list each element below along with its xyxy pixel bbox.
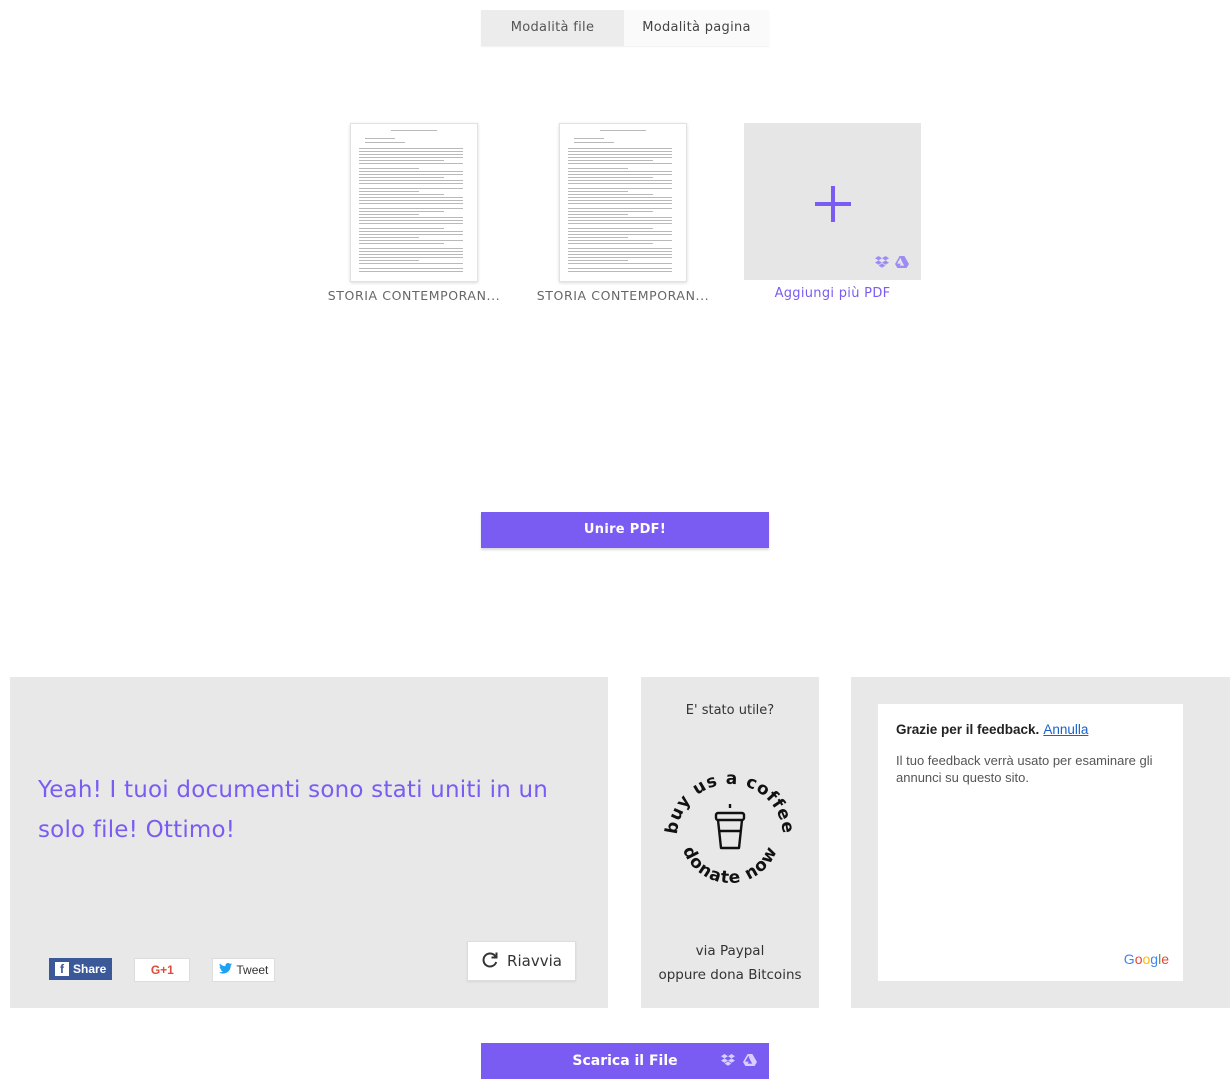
tab-file-mode[interactable]: Modalità file [481, 10, 624, 46]
add-more-label[interactable]: Aggiungi più PDF [744, 286, 921, 301]
donate-panel: E' stato utile? buy us a coffee donate n… [641, 677, 819, 1008]
google-drive-icon[interactable] [895, 256, 909, 268]
file-card[interactable]: STORIA CONTEMPORAN... [319, 123, 509, 303]
twitter-icon [219, 959, 233, 981]
google-plus-button[interactable]: G+1 [134, 958, 191, 982]
facebook-icon: f [55, 962, 69, 976]
ad-feedback-title: Grazie per il feedback. Annulla [896, 722, 1089, 737]
paypal-link[interactable]: via Paypal [641, 939, 819, 963]
buy-coffee-badge[interactable]: buy us a coffee donate now [655, 755, 805, 905]
svg-text:buy us a coffee: buy us a coffee [662, 769, 798, 836]
tweet-button[interactable]: Tweet [212, 958, 276, 982]
tab-page-mode[interactable]: Modalità pagina [624, 10, 769, 46]
ad-feedback-card: Grazie per il feedback. Annulla Il tuo fe… [878, 704, 1183, 981]
social-buttons: f Share G+1 Tweet [49, 958, 276, 982]
bitcoin-link[interactable]: oppure dona Bitcoins [641, 963, 819, 987]
pdf-thumbnail[interactable] [350, 123, 478, 282]
merge-pdf-button[interactable]: Unire PDF! [481, 512, 769, 548]
pdf-thumbnail[interactable] [559, 123, 687, 282]
ad-panel: Grazie per il feedback. Annulla Il tuo fe… [851, 677, 1230, 1008]
file-name: STORIA CONTEMPORAN... [536, 288, 710, 303]
badge-top-text: buy us a coffee [662, 769, 797, 836]
coffee-cup-icon [714, 804, 746, 850]
donate-question: E' stato utile? [685, 703, 775, 718]
file-card[interactable]: STORIA CONTEMPORAN... [528, 123, 718, 303]
google-logo: Google [1123, 951, 1169, 967]
restart-button[interactable]: Riavvia [467, 941, 576, 981]
mode-tabs: Modalità file Modalità pagina [481, 10, 769, 46]
file-name: STORIA CONTEMPORAN... [327, 288, 501, 303]
svg-text:donate now: donate now [678, 843, 782, 889]
result-panel: Yeah! I tuoi documenti sono stati uniti … [10, 677, 608, 1008]
google-drive-icon[interactable] [743, 1054, 757, 1066]
add-pdf-button[interactable] [744, 123, 921, 280]
undo-link[interactable]: Annulla [1043, 722, 1088, 737]
facebook-share-button[interactable]: f Share [49, 958, 113, 980]
badge-bottom-text: donate now [678, 843, 781, 889]
refresh-icon [481, 951, 499, 972]
add-more-card[interactable]: Aggiungi più PDF [744, 123, 921, 301]
download-file-button[interactable]: Scarica il File [481, 1043, 769, 1079]
success-message: Yeah! I tuoi documenti sono stati uniti … [38, 777, 549, 843]
dropbox-icon[interactable] [875, 256, 889, 268]
ad-feedback-body: Il tuo feedback verrà usato per esaminar… [896, 753, 1153, 785]
dropbox-icon[interactable] [721, 1054, 735, 1066]
